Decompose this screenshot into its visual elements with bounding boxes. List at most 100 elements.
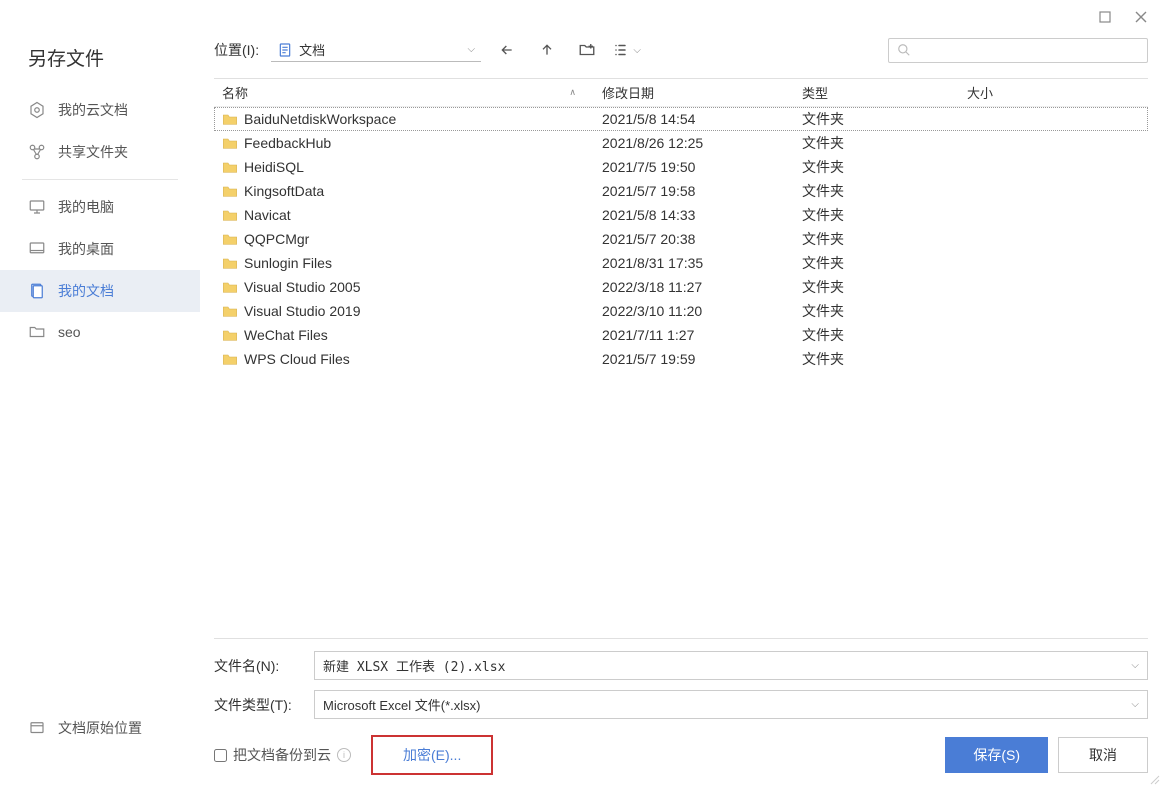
file-row[interactable]: FeedbackHub 2021/8/26 12:25 文件夹 xyxy=(214,131,1148,155)
file-type: 文件夹 xyxy=(802,229,844,249)
sidebar-item-seo[interactable]: seo xyxy=(0,312,200,352)
sidebar-item-label: seo xyxy=(58,324,81,340)
sidebar: 另存文件 我的云文档 共享文件夹 我的电脑 我的桌面 xyxy=(0,30,200,787)
file-date: 2021/5/7 20:38 xyxy=(602,231,695,247)
sidebar-item-label: 我的云文档 xyxy=(58,100,128,120)
cancel-button[interactable]: 取消 xyxy=(1058,737,1148,773)
file-list-header: 名称 ∧ 修改日期 类型 大小 xyxy=(214,79,1148,107)
file-row[interactable]: QQPCMgr 2021/5/7 20:38 文件夹 xyxy=(214,227,1148,251)
file-name: KingsoftData xyxy=(244,183,324,199)
column-header-date[interactable]: 修改日期 xyxy=(594,79,794,106)
file-row[interactable]: BaiduNetdiskWorkspace 2021/5/8 14:54 文件夹 xyxy=(214,107,1148,131)
file-type: 文件夹 xyxy=(802,157,844,177)
location-label: 位置(I): xyxy=(214,40,259,60)
file-date: 2021/8/31 17:35 xyxy=(602,255,703,271)
sidebar-item-label: 我的桌面 xyxy=(58,239,114,259)
file-row[interactable]: KingsoftData 2021/5/7 19:58 文件夹 xyxy=(214,179,1148,203)
file-name: Navicat xyxy=(244,207,291,223)
file-row[interactable]: Sunlogin Files 2021/8/31 17:35 文件夹 xyxy=(214,251,1148,275)
folder-icon xyxy=(222,208,238,222)
folder-icon xyxy=(222,112,238,126)
folder-icon xyxy=(222,352,238,366)
folder-icon xyxy=(28,323,46,341)
save-button[interactable]: 保存(S) xyxy=(945,737,1048,773)
file-row[interactable]: Visual Studio 2005 2022/3/18 11:27 文件夹 xyxy=(214,275,1148,299)
file-date: 2021/5/8 14:54 xyxy=(602,111,695,127)
filename-label: 文件名(N): xyxy=(214,656,302,676)
file-name: HeidiSQL xyxy=(244,159,304,175)
chevron-down-icon: ⌵ xyxy=(1131,699,1139,710)
folder-icon xyxy=(222,280,238,294)
file-row[interactable]: WeChat Files 2021/7/11 1:27 文件夹 xyxy=(214,323,1148,347)
doc-page-icon xyxy=(277,42,293,58)
file-date: 2021/5/7 19:59 xyxy=(602,351,695,367)
folder-icon xyxy=(222,160,238,174)
file-type: 文件夹 xyxy=(802,109,844,129)
file-row[interactable]: Navicat 2021/5/8 14:33 文件夹 xyxy=(214,203,1148,227)
file-date: 2022/3/10 11:20 xyxy=(602,303,702,319)
share-icon xyxy=(28,143,46,161)
dialog-title: 另存文件 xyxy=(0,38,200,89)
close-button[interactable] xyxy=(1132,8,1150,26)
monitor-icon xyxy=(28,198,46,216)
file-type: 文件夹 xyxy=(802,349,844,369)
sidebar-item-original-location[interactable]: 文档原始位置 xyxy=(0,707,200,749)
maximize-button[interactable] xyxy=(1096,8,1114,26)
file-name: QQPCMgr xyxy=(244,231,309,247)
column-header-size[interactable]: 大小 xyxy=(959,79,1148,106)
sidebar-item-label: 文档原始位置 xyxy=(58,718,142,738)
file-name: Visual Studio 2019 xyxy=(244,303,361,319)
file-type: 文件夹 xyxy=(802,277,844,297)
sidebar-item-documents[interactable]: 我的文档 xyxy=(0,270,200,312)
file-row[interactable]: Visual Studio 2019 2022/3/10 11:20 文件夹 xyxy=(214,299,1148,323)
search-input[interactable] xyxy=(917,43,1139,58)
sidebar-item-label: 我的电脑 xyxy=(58,197,114,217)
file-type: 文件夹 xyxy=(802,205,844,225)
sidebar-item-cloud-docs[interactable]: 我的云文档 xyxy=(0,89,200,131)
desktop-icon xyxy=(28,240,46,258)
sort-asc-icon: ∧ xyxy=(569,87,586,98)
column-header-name[interactable]: 名称 ∧ xyxy=(214,79,594,106)
file-date: 2021/5/8 14:33 xyxy=(602,207,695,223)
sidebar-item-computer[interactable]: 我的电脑 xyxy=(0,186,200,228)
encrypt-button[interactable]: 加密(E)... xyxy=(371,735,493,775)
chevron-down-icon: ⌵ xyxy=(1131,660,1139,671)
sidebar-item-shared[interactable]: 共享文件夹 xyxy=(0,131,200,173)
file-date: 2022/3/18 11:27 xyxy=(602,279,702,295)
filetype-dropdown[interactable]: Microsoft Excel 文件(*.xlsx) ⌵ xyxy=(314,690,1148,719)
file-type: 文件夹 xyxy=(802,181,844,201)
search-box[interactable] xyxy=(888,38,1148,63)
file-date: 2021/5/7 19:58 xyxy=(602,183,695,199)
file-name: FeedbackHub xyxy=(244,135,331,151)
search-icon xyxy=(897,43,911,57)
location-icon xyxy=(28,719,46,737)
bottom-panel: 文件名(N): 新建 XLSX 工作表 (2).xlsx ⌵ 文件类型(T): … xyxy=(214,639,1148,775)
backup-checkbox-input[interactable] xyxy=(214,749,227,762)
file-date: 2021/7/5 19:50 xyxy=(602,159,695,175)
file-row[interactable]: WPS Cloud Files 2021/5/7 19:59 文件夹 xyxy=(214,347,1148,371)
file-name: BaiduNetdiskWorkspace xyxy=(244,111,396,127)
sidebar-item-label: 共享文件夹 xyxy=(58,142,128,162)
up-button[interactable] xyxy=(533,36,561,64)
folder-icon xyxy=(222,136,238,150)
back-button[interactable] xyxy=(493,36,521,64)
location-dropdown[interactable]: 文档 ⌵ xyxy=(271,38,481,62)
info-icon[interactable]: i xyxy=(337,748,351,762)
backup-checkbox[interactable]: 把文档备份到云 i xyxy=(214,745,351,765)
new-folder-button[interactable] xyxy=(573,36,601,64)
file-name: Sunlogin Files xyxy=(244,255,332,271)
file-name: WeChat Files xyxy=(244,327,328,343)
location-value: 文档 xyxy=(299,40,461,59)
view-options-button[interactable]: ⌵ xyxy=(613,36,641,64)
resize-grip[interactable] xyxy=(1148,773,1160,785)
folder-icon xyxy=(222,304,238,318)
file-date: 2021/7/11 1:27 xyxy=(602,327,694,343)
sidebar-item-label: 我的文档 xyxy=(58,281,114,301)
filetype-label: 文件类型(T): xyxy=(214,695,302,715)
file-name: Visual Studio 2005 xyxy=(244,279,361,295)
folder-icon xyxy=(222,184,238,198)
sidebar-item-desktop[interactable]: 我的桌面 xyxy=(0,228,200,270)
file-row[interactable]: HeidiSQL 2021/7/5 19:50 文件夹 xyxy=(214,155,1148,179)
filename-input[interactable]: 新建 XLSX 工作表 (2).xlsx ⌵ xyxy=(314,651,1148,680)
column-header-type[interactable]: 类型 xyxy=(794,79,959,106)
